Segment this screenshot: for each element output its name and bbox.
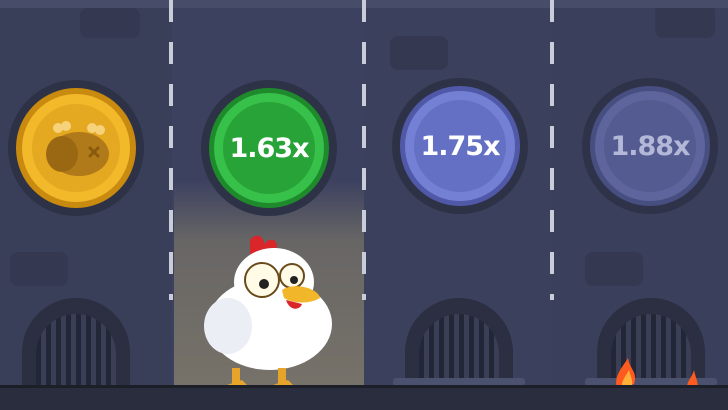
lane-2-coin: 1.75x bbox=[392, 78, 528, 214]
lane-divider bbox=[169, 0, 173, 300]
lane-1-coin: 1.63x bbox=[201, 80, 337, 216]
wall-brick bbox=[655, 4, 715, 38]
wall-brick bbox=[80, 8, 140, 38]
lane-3-coin: 1.88x bbox=[582, 78, 718, 214]
wall-brick bbox=[585, 252, 643, 286]
cooked-chicken-icon bbox=[46, 121, 109, 176]
multiplier-label: 1.88x bbox=[610, 130, 690, 162]
multiplier-label: 1.75x bbox=[420, 130, 500, 162]
floor bbox=[0, 386, 728, 410]
lane-0-coin bbox=[8, 80, 144, 216]
game-board: 1.63x 1.75x 1.88x bbox=[0, 0, 728, 410]
floor-edge bbox=[0, 385, 728, 388]
lane-divider bbox=[550, 0, 554, 300]
lane-divider bbox=[362, 0, 366, 300]
multiplier-label: 1.63x bbox=[229, 132, 309, 164]
wall-brick bbox=[390, 36, 448, 70]
chicken-character bbox=[204, 235, 332, 386]
wall-brick bbox=[10, 252, 68, 286]
